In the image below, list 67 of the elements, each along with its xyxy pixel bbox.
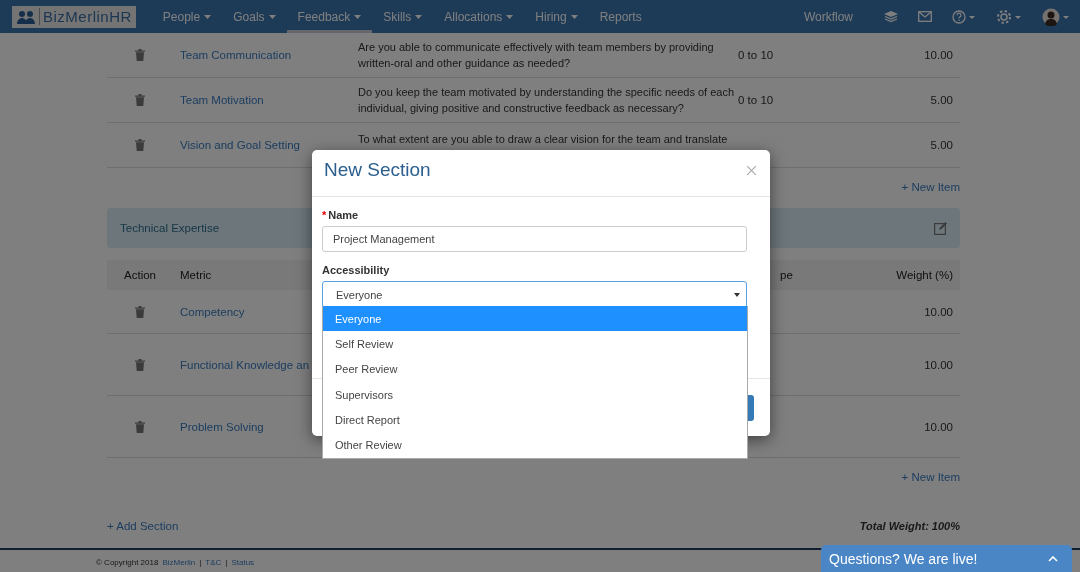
add-section-link[interactable]: + Add Section (107, 520, 179, 532)
metric-link[interactable]: Team Motivation (180, 92, 358, 108)
footer-link[interactable]: Status (231, 557, 255, 567)
description-text: To what extent are you able to draw a clear vision for the team and translate (358, 132, 729, 147)
trash-icon[interactable] (135, 358, 145, 371)
field-label: Name (328, 209, 359, 221)
dropdown-option[interactable]: Everyone (323, 306, 747, 332)
footer-link[interactable]: T&C (205, 557, 222, 567)
nav-menu-item[interactable]: Hiring (524, 0, 589, 33)
description-text: Are you able to communicate effectively with team members by providing written-oral and other guidance as needed? (358, 40, 715, 71)
trash-icon[interactable] (135, 139, 145, 151)
close-icon[interactable] (747, 165, 756, 175)
dropdown-option[interactable]: Supervisors (323, 381, 747, 408)
workflow-link[interactable]: Workflow (792, 0, 864, 33)
total-weight-text: Total Weight: 100% (859, 520, 960, 532)
settings-icon[interactable] (996, 8, 1022, 25)
column-header: Action (123, 269, 157, 281)
user-avatar-icon[interactable] (1042, 7, 1070, 26)
column-header: pe (780, 269, 793, 281)
layers-icon[interactable] (884, 10, 898, 23)
chevron-up-icon[interactable] (1048, 555, 1058, 562)
trash-icon[interactable] (135, 305, 145, 318)
help-icon[interactable] (952, 9, 976, 24)
new-item-link[interactable]: + New Item (901, 181, 960, 193)
required-mark: * (322, 209, 327, 221)
column-header: Weight (%) (895, 269, 954, 281)
logo[interactable]: BizMerlinHR (12, 5, 136, 28)
edit-icon[interactable] (934, 221, 947, 235)
nav-menu-item[interactable]: People (151, 0, 223, 33)
trash-icon[interactable] (135, 94, 145, 106)
separator-text: | (225, 557, 228, 567)
chat-widget[interactable]: Questions? We are live! (821, 545, 1072, 572)
field-label: Accessibility (322, 264, 390, 276)
logo-text: BizMerlinHR (39, 8, 132, 25)
section-title: Technical Expertise (120, 222, 220, 234)
people-icon (16, 8, 36, 25)
weight-text: 5.00 (929, 93, 954, 108)
mail-icon[interactable] (918, 11, 932, 22)
weight-text: 10.00 (923, 304, 954, 320)
metric-link[interactable]: Vision and Goal Setting (180, 137, 358, 153)
footer-link[interactable]: BizMerlin (162, 557, 196, 567)
trash-icon[interactable] (135, 49, 145, 61)
description-text: Do you keep the team motivated by understanding the specific needs of each individual, giving positive and constructive feedback as necessary? (358, 85, 736, 116)
caret-icon (734, 293, 740, 297)
new-item-link[interactable]: + New Item (901, 471, 960, 483)
weight-text: 10.00 (923, 419, 954, 435)
name-input-field[interactable]: Project Management (322, 226, 747, 252)
dropdown-option[interactable]: Other Review (323, 432, 747, 458)
scale-text: 0 to 10 (738, 93, 775, 108)
nav-menu-item[interactable]: Allocations (433, 0, 525, 33)
scale-text: 0 to 10 (738, 48, 775, 63)
trash-icon[interactable] (135, 420, 145, 433)
weight-text: 10.00 (923, 357, 954, 373)
dropdown-option[interactable]: Direct Report (323, 407, 747, 433)
nav-menu-item[interactable]: Feedback (286, 0, 373, 33)
copyright-text: © Copyright 2018 (96, 557, 159, 567)
separator-text: | (199, 557, 202, 567)
modal-title: New Section (324, 159, 431, 181)
dropdown-option[interactable]: Self Review (323, 331, 747, 357)
weight-text: 5.00 (929, 138, 954, 153)
dropdown-option[interactable]: Peer Review (323, 356, 747, 382)
nav-menu-item[interactable]: Skills (372, 0, 434, 33)
chat-label: Questions? We are live! (829, 550, 978, 567)
weight-text: 10.00 (923, 48, 954, 63)
nav-menu-item[interactable]: Goals (222, 0, 287, 33)
nav-menu-item[interactable]: Reports (588, 0, 653, 33)
metric-link[interactable]: Team Communication (180, 47, 358, 63)
